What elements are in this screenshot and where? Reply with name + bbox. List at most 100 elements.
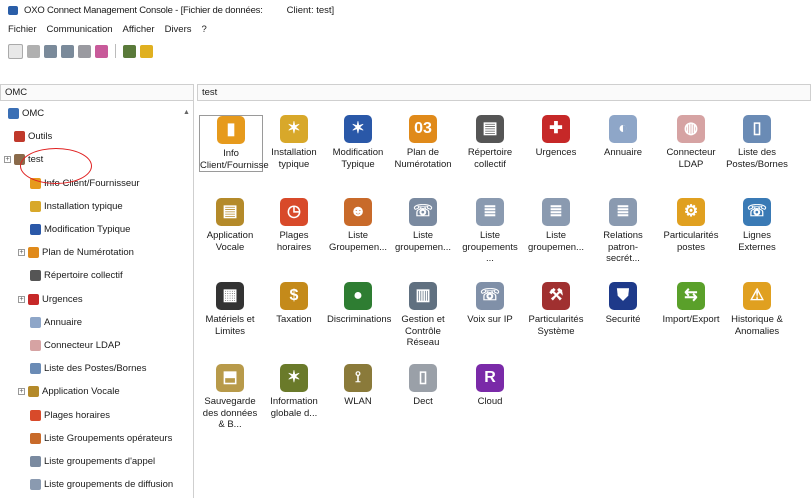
grid-item[interactable]: ⚒ Particularités Système bbox=[525, 282, 587, 337]
tree-item[interactable]: Liste Groupements opérateurs bbox=[30, 430, 172, 447]
menu-communication[interactable]: Communication bbox=[45, 23, 115, 36]
grid-item[interactable]: ⟟ WLAN bbox=[327, 364, 389, 408]
grid-item[interactable]: ▤ Répertoire collectif bbox=[459, 115, 521, 170]
hardware-icon: ▦ bbox=[216, 282, 244, 310]
save-as-icon[interactable] bbox=[61, 44, 74, 58]
grid-item[interactable]: ◍ Connecteur LDAP bbox=[660, 115, 722, 170]
disk-icon[interactable] bbox=[123, 44, 136, 58]
tree-item[interactable]: Modification Typique bbox=[30, 221, 130, 238]
grid-item[interactable]: ▮ Info Client/Fournisse bbox=[199, 115, 269, 172]
grid-item[interactable]: $ Taxation bbox=[263, 282, 325, 326]
grid-item[interactable]: ☏ Lignes Externes bbox=[726, 198, 788, 253]
grid-item[interactable]: ≣ Liste groupemen... bbox=[525, 198, 587, 253]
tree-item[interactable]: Connecteur LDAP bbox=[30, 337, 121, 354]
grid-item[interactable]: ☻ Liste Groupemen... bbox=[327, 198, 389, 253]
backup-icon: ⬒ bbox=[216, 364, 244, 392]
grid-item[interactable]: ▯ Dect bbox=[392, 364, 454, 408]
security-icon: ⛊ bbox=[609, 282, 637, 310]
tree-item[interactable]: + Urgences bbox=[18, 291, 83, 308]
tree-item[interactable]: Répertoire collectif bbox=[30, 267, 123, 284]
open-icon[interactable] bbox=[27, 44, 40, 58]
tree-item[interactable]: Liste groupements d'appel bbox=[30, 453, 155, 470]
expand-toggle[interactable]: + bbox=[18, 295, 25, 303]
directory-icon bbox=[30, 270, 41, 282]
grid-item-label: Installation typique bbox=[271, 147, 317, 170]
grid-item[interactable]: ▥ Gestion et Contrôle Réseau bbox=[392, 282, 454, 349]
grid-item-label: Information globale d... bbox=[270, 396, 318, 419]
tree-item[interactable]: Liste des Postes/Bornes bbox=[30, 360, 146, 377]
grid-item[interactable]: ⚙ Particularités postes bbox=[660, 198, 722, 253]
grid-item[interactable]: ▤ Application Vocale bbox=[199, 198, 261, 253]
grid-item[interactable]: ◐ Annuaire bbox=[592, 115, 654, 159]
tree-item[interactable]: + Plan de Numérotation bbox=[18, 244, 134, 261]
grid-item[interactable]: ▦ Matériels et Limites bbox=[199, 282, 261, 337]
tree-item[interactable]: + test bbox=[4, 151, 43, 168]
grid-item[interactable]: ≣ Relations patron-secrét... bbox=[592, 198, 654, 265]
tree-item-label: Liste des Postes/Bornes bbox=[44, 363, 147, 375]
clock-icon bbox=[30, 409, 41, 421]
installation-icon bbox=[30, 200, 41, 212]
grid-item[interactable]: ✶ Modification Typique bbox=[327, 115, 389, 170]
tree-item[interactable]: Info Client/Fournisseur bbox=[30, 175, 140, 192]
grid-item-label: Particularités Système bbox=[528, 314, 584, 337]
help-icon[interactable] bbox=[140, 44, 153, 58]
scroll-up-arrow[interactable]: ▲ bbox=[183, 109, 190, 116]
grid-item[interactable]: ≣ Liste groupements ... bbox=[459, 198, 521, 265]
broadcast-groups-icon bbox=[30, 479, 41, 491]
network-icon: ▥ bbox=[409, 282, 437, 310]
grid-item-label: Plan de Numérotation bbox=[394, 147, 452, 170]
boss-secretary-icon: ≣ bbox=[609, 198, 637, 226]
new-icon[interactable] bbox=[8, 43, 23, 59]
tree-item-label: Liste Groupements opérateurs bbox=[44, 432, 173, 444]
grid-item[interactable]: ▯ Liste des Postes/Bornes bbox=[726, 115, 788, 170]
grid-item[interactable]: ⬒ Sauvegarde des données & B... bbox=[199, 364, 261, 431]
grid-item[interactable]: ☏ Voix sur IP bbox=[459, 282, 521, 326]
grid-item[interactable]: R Cloud bbox=[459, 364, 521, 408]
grid-item[interactable]: ✶ Information globale d... bbox=[263, 364, 325, 419]
grid-item[interactable]: ⛊ Securité bbox=[592, 282, 654, 326]
grid-item-label: Securité bbox=[605, 314, 641, 325]
grid-item-label: Connecteur LDAP bbox=[666, 147, 716, 170]
grid-item[interactable]: 03 Plan de Numérotation bbox=[392, 115, 454, 170]
expand-toggle[interactable]: + bbox=[18, 388, 25, 396]
tree-item[interactable]: Annuaire bbox=[30, 314, 82, 331]
tree-item[interactable]: Liste groupements de diffusion bbox=[30, 476, 173, 493]
grid-item[interactable]: ✚ Urgences bbox=[525, 115, 587, 159]
tree-item[interactable]: Installation typique bbox=[30, 198, 123, 215]
navigation-tree[interactable]: OMC Outils + test Info Client/Fournisseur Ins… bbox=[0, 101, 194, 498]
expand-toggle[interactable]: + bbox=[18, 249, 25, 257]
grid-item[interactable]: ☏ Liste groupemen... bbox=[392, 198, 454, 253]
voice-app-icon: ▤ bbox=[216, 198, 244, 226]
tree-item-label: Urgences bbox=[42, 293, 83, 305]
grid-item-label: Liste groupemen... bbox=[395, 230, 451, 253]
toolbar-separator bbox=[115, 44, 116, 58]
print-icon[interactable] bbox=[78, 44, 91, 58]
grid-item[interactable]: ⇆ Import/Export bbox=[660, 282, 722, 326]
connect-icon[interactable] bbox=[95, 44, 108, 58]
grid-item-label: Info Client/Fournisse bbox=[200, 148, 269, 171]
tree-item-label: Modification Typique bbox=[44, 224, 131, 235]
grid-item-label: Discriminations bbox=[327, 314, 392, 325]
grid-item[interactable]: ✶ Installation typique bbox=[263, 115, 325, 170]
info-icon bbox=[30, 177, 41, 189]
grid-item-label: Liste Groupemen... bbox=[328, 230, 388, 253]
grid-item[interactable]: ● Discriminations bbox=[327, 282, 392, 326]
grid-item[interactable]: ◷ Plages horaires bbox=[263, 198, 325, 253]
numbering-icon: 03 bbox=[409, 115, 437, 143]
menu-fichier[interactable]: Fichier bbox=[6, 23, 39, 36]
grid-item-label: WLAN bbox=[344, 396, 372, 407]
info-icon: ▮ bbox=[217, 116, 245, 144]
tree-item[interactable]: Plages horaires bbox=[30, 407, 110, 424]
grid-item[interactable]: ⚠ Historique & Anomalies bbox=[726, 282, 788, 337]
menu-help[interactable]: ? bbox=[199, 23, 208, 36]
menu-afficher[interactable]: Afficher bbox=[121, 23, 157, 36]
tree-item[interactable]: + Application Vocale bbox=[18, 383, 120, 400]
omc-icon bbox=[8, 108, 19, 119]
expand-toggle[interactable]: + bbox=[4, 156, 11, 164]
grid-item-label: Gestion et Contrôle Réseau bbox=[401, 314, 445, 348]
call-groups-icon bbox=[30, 456, 41, 467]
tree-item[interactable]: Outils bbox=[14, 128, 52, 145]
menu-divers[interactable]: Divers bbox=[163, 23, 194, 36]
tree-item[interactable]: OMC bbox=[8, 105, 44, 122]
save-icon[interactable] bbox=[44, 44, 57, 58]
